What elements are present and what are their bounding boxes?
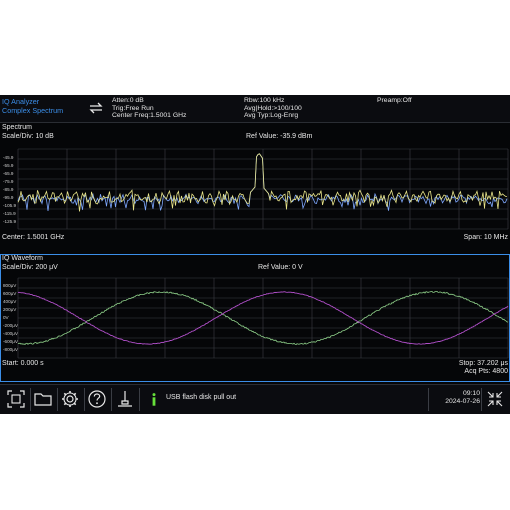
top-status-bar: IQ Analyzer Complex Spectrum Atten:0 dB … xyxy=(0,95,510,123)
meas-settings[interactable]: Atten:0 dB Trig:Free Run Center Freq:1.5… xyxy=(112,97,186,120)
preamp-readout[interactable]: Preamp:Off xyxy=(377,97,412,105)
usb-eject-icon[interactable] xyxy=(114,388,136,410)
bw-settings[interactable]: Rbw:100 kHz Avg|Hold:>100/100 Avg Typ:Lo… xyxy=(244,97,302,120)
waveform-start-label: Start: 0.000 s xyxy=(2,360,44,367)
clock-date: 2024-07-26 xyxy=(445,398,480,405)
gear-icon[interactable] xyxy=(59,388,81,410)
status-message: USB flash disk pull out xyxy=(166,394,237,401)
waveform-stop-label: Stop: 37.202 μs xyxy=(458,360,508,367)
info-icon xyxy=(152,393,156,406)
help-icon[interactable] xyxy=(86,388,108,410)
app-title-block[interactable]: IQ Analyzer Complex Spectrum xyxy=(2,97,64,115)
clock: 09:10 2024-07-26 xyxy=(430,390,480,406)
clock-time: 09:10 xyxy=(462,390,480,397)
swap-icon[interactable] xyxy=(88,101,104,115)
spectrum-plot[interactable] xyxy=(0,123,510,252)
toolbar-divider xyxy=(30,388,31,411)
folder-icon[interactable] xyxy=(32,388,54,410)
avg-hold-readout: Avg|Hold:>100/100 xyxy=(244,104,302,112)
avg-type-readout: Avg Typ:Log-Enrg xyxy=(244,112,299,120)
waveform-grid xyxy=(17,277,509,359)
collapse-arrows-icon[interactable] xyxy=(484,388,506,410)
rbw-readout: Rbw:100 kHz xyxy=(244,97,285,104)
bottom-toolbar: USB flash disk pull out 09:10 2024-07-26 xyxy=(0,384,510,414)
spectrum-span-label: Span: 10 MHz xyxy=(463,234,508,241)
spectrum-panel[interactable]: Spectrum Scale/Div: 10 dB Ref Value: -35… xyxy=(0,123,510,252)
toolbar-divider xyxy=(481,388,482,411)
toolbar-divider xyxy=(84,388,85,411)
toolbar-divider xyxy=(57,388,58,411)
toolbar-divider xyxy=(139,388,140,411)
toolbar-divider xyxy=(428,388,429,411)
spectrum-center-label: Center: 1.5001 GHz xyxy=(2,234,65,241)
waveform-plot[interactable] xyxy=(0,254,510,382)
atten-readout: Atten:0 dB xyxy=(112,97,144,104)
trig-readout: Trig:Free Run xyxy=(112,104,154,112)
iq-waveform-panel[interactable]: IQ Waveform Scale/Div: 200 μV Ref Value:… xyxy=(0,254,510,382)
screenshot-icon[interactable] xyxy=(5,388,27,410)
mode-name: Complex Spectrum xyxy=(2,105,64,115)
analyzer-screen: IQ Analyzer Complex Spectrum Atten:0 dB … xyxy=(0,95,510,414)
toolbar-divider xyxy=(111,388,112,411)
center-freq-readout: Center Freq:1.5001 GHz xyxy=(112,112,187,120)
waveform-acq-pts-label: Acq Pts: 4800 xyxy=(464,368,508,375)
